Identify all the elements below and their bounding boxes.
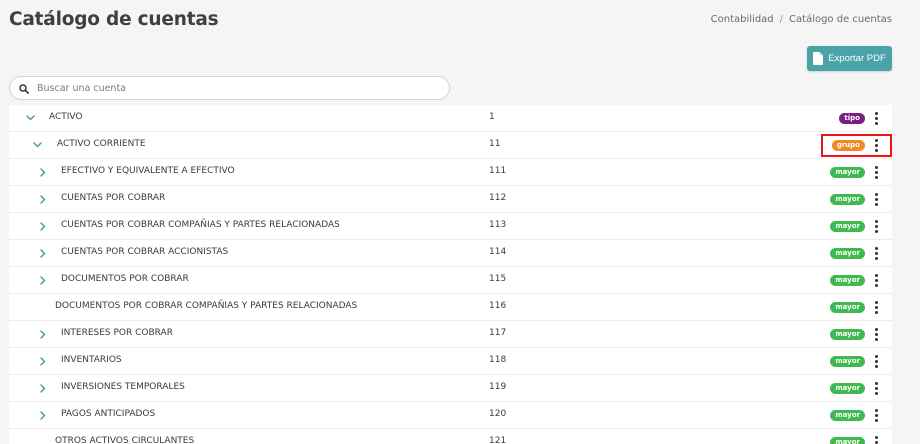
kebab-menu-icon[interactable] [874,328,878,341]
kebab-menu-icon[interactable] [874,301,878,314]
account-code: 116 [489,301,507,311]
tree-row[interactable]: DOCUMENTOS POR COBRAR 115 mayor [9,267,892,294]
account-code: 112 [489,193,507,203]
account-name: OTROS ACTIVOS CIRCULANTES [55,436,195,444]
chevron-down-icon[interactable] [25,113,35,123]
breadcrumb-item-contabilidad[interactable]: Contabilidad [711,14,774,25]
account-type-badge: mayor [830,383,865,394]
account-code: 114 [489,247,507,257]
breadcrumb-item-current: Catálogo de cuentas [789,14,892,25]
chevron-right-icon[interactable] [38,167,48,177]
chevron-down-icon[interactable] [32,140,42,150]
account-code: 121 [489,436,507,444]
chevron-right-icon[interactable] [38,383,48,393]
account-name: PAGOS ANTICIPADOS [61,409,156,419]
search-icon [19,79,29,98]
account-code: 119 [489,382,507,392]
kebab-menu-icon[interactable] [874,355,878,368]
tree-row[interactable]: CUENTAS POR COBRAR 112 mayor [9,186,892,213]
account-type-badge: mayor [830,302,865,313]
account-name: EFECTIVO Y EQUIVALENTE A EFECTIVO [61,166,235,176]
chevron-right-icon[interactable] [38,248,48,258]
tree-row[interactable]: EFECTIVO Y EQUIVALENTE A EFECTIVO 111 mayo… [9,159,892,186]
tree-row[interactable]: CUENTAS POR COBRAR COMPAÑIAS Y PARTES RE… [9,213,892,240]
tree-row[interactable]: ACTIVO 1 tipo [9,105,892,132]
tree-row[interactable]: DOCUMENTOS POR COBRAR COMPAÑIAS Y PARTES… [9,294,892,321]
breadcrumb: Contabilidad / Catálogo de cuentas [711,14,892,25]
account-name: INVENTARIOS [61,355,122,365]
account-name: DOCUMENTOS POR COBRAR [61,274,189,284]
account-code: 120 [489,409,507,419]
account-type-badge: mayor [830,410,865,421]
chevron-right-icon[interactable] [38,329,48,339]
breadcrumb-separator: / [779,14,784,25]
account-type-badge: mayor [830,329,865,340]
file-icon [813,52,824,65]
export-pdf-label: Exportar PDF [828,53,886,64]
account-code: 1 [489,112,495,122]
kebab-menu-icon[interactable] [874,139,878,152]
account-name: CUENTAS POR COBRAR ACCIONISTAS [61,247,229,257]
kebab-menu-icon[interactable] [874,409,878,422]
account-name: INTERESES POR COBRAR [61,328,173,338]
tree-row[interactable]: CUENTAS POR COBRAR ACCIONISTAS 114 mayor [9,240,892,267]
tree-row[interactable]: INTERESES POR COBRAR 117 mayor [9,321,892,348]
account-type-badge: tipo [839,113,865,124]
kebab-menu-icon[interactable] [874,220,878,233]
account-type-badge: mayor [830,248,865,259]
account-name: INVERSIONES TEMPORALES [61,382,185,392]
chevron-right-icon[interactable] [38,275,48,285]
chevron-right-icon[interactable] [38,194,48,204]
chevron-right-icon[interactable] [38,221,48,231]
account-name: ACTIVO CORRIENTE [57,139,146,149]
account-code: 115 [489,274,507,284]
kebab-menu-icon[interactable] [874,382,878,395]
search-input[interactable] [37,82,417,94]
chevron-right-icon[interactable] [38,356,48,366]
account-name: DOCUMENTOS POR COBRAR COMPAÑIAS Y PARTES… [55,301,358,311]
account-name: ACTIVO [49,112,83,122]
account-type-badge: mayor [830,275,865,286]
account-code: 117 [489,328,507,338]
kebab-menu-icon[interactable] [874,436,878,444]
tree-row[interactable]: ACTIVO CORRIENTE 11 grupo [9,132,892,159]
account-name: CUENTAS POR COBRAR COMPAÑIAS Y PARTES RE… [61,220,340,230]
account-type-badge: mayor [830,194,865,205]
account-type-badge: grupo [831,140,865,151]
account-name: CUENTAS POR COBRAR [61,193,166,203]
kebab-menu-icon[interactable] [874,274,878,287]
tree-row[interactable]: INVERSIONES TEMPORALES 119 mayor [9,375,892,402]
account-type-badge: mayor [830,356,865,367]
account-code: 11 [489,139,501,149]
chevron-right-icon[interactable] [38,410,48,420]
account-code: 111 [489,166,507,176]
search-box [9,76,450,100]
kebab-menu-icon[interactable] [874,166,878,179]
account-code: 113 [489,220,507,230]
tree-row[interactable]: INVENTARIOS 118 mayor [9,348,892,375]
account-type-badge: mayor [830,167,865,178]
page-title: Catálogo de cuentas [9,9,219,30]
kebab-menu-icon[interactable] [874,112,878,125]
account-type-badge: mayor [830,221,865,232]
account-code: 118 [489,355,507,365]
account-tree: ACTIVO 1 tipo ACTIVO CORRIENTE 11 grupo EFECTI… [9,105,892,444]
tree-row[interactable]: OTROS ACTIVOS CIRCULANTES 121 mayor [9,429,892,444]
kebab-menu-icon[interactable] [874,247,878,260]
account-type-badge: mayor [830,437,865,444]
kebab-menu-icon[interactable] [874,193,878,206]
tree-row[interactable]: PAGOS ANTICIPADOS 120 mayor [9,402,892,429]
export-pdf-button[interactable]: Exportar PDF [807,46,892,71]
